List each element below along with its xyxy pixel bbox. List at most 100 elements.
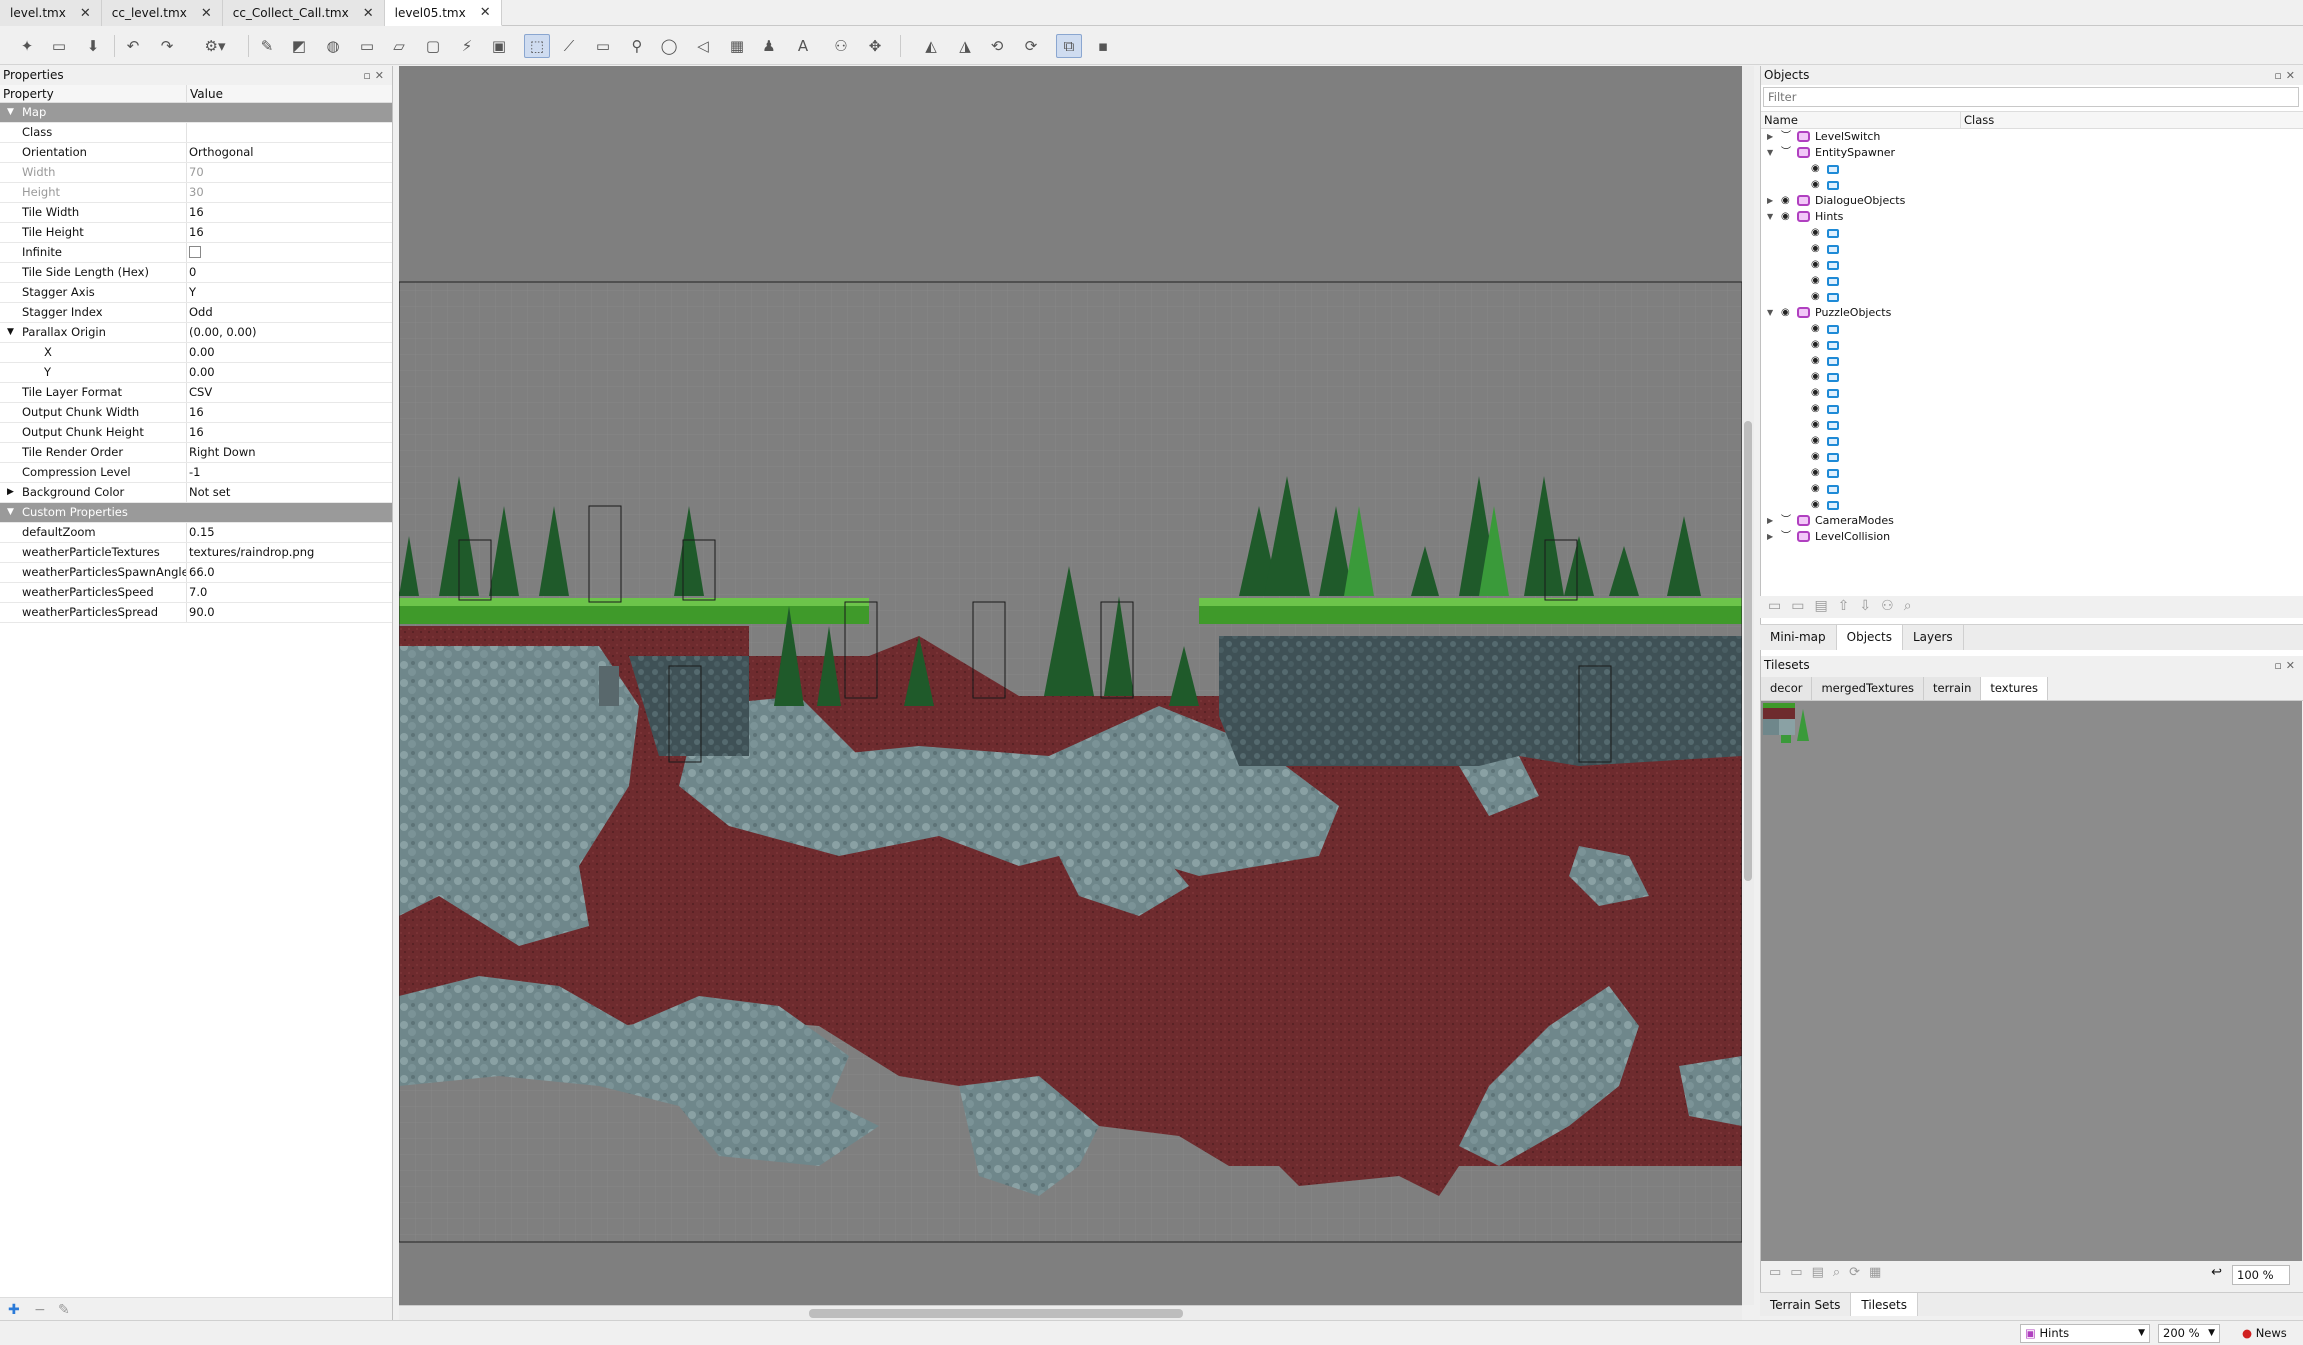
visibility-eye-icon[interactable]: ◉ — [1811, 273, 1820, 289]
tileset-zoom-select[interactable]: 100 % — [2232, 1265, 2290, 1285]
visibility-eye-icon[interactable]: ◉ — [1811, 369, 1820, 385]
collapse-icon[interactable]: ▼ — [1767, 209, 1773, 225]
visibility-eye-icon[interactable]: ◉ — [1811, 433, 1820, 449]
fill-icon[interactable]: ◍ — [320, 34, 346, 58]
stamp-brush-icon[interactable]: ✎ — [254, 34, 280, 58]
property-row[interactable]: Output Chunk Width 16 — [0, 403, 392, 423]
edit-polygons-icon[interactable]: ⟋ — [556, 34, 582, 58]
tileset-view[interactable] — [1761, 701, 2302, 1261]
property-value[interactable]: 90.0 — [189, 605, 215, 619]
property-row[interactable]: Tile Width 16 — [0, 203, 392, 223]
object-row[interactable]: ◉ — [1761, 465, 2303, 481]
visibility-eye-icon[interactable]: ◉ — [1811, 497, 1820, 513]
property-row[interactable]: Infinite — [0, 243, 392, 263]
object-layer-actions-icon[interactable]: ▭▭▤⇧⇩⚇⌕ — [1768, 598, 1922, 614]
visibility-eye-icon[interactable]: ◉ — [1811, 465, 1820, 481]
tab-3[interactable]: level05.tmx ✕ — [384, 0, 502, 26]
object-layer-row[interactable]: ▼ ︶ EntitySpawner — [1761, 145, 2303, 161]
insert-rectangle-icon[interactable]: ▭ — [590, 34, 616, 58]
infinite-checkbox[interactable] — [189, 246, 201, 258]
map-view[interactable] — [399, 66, 1742, 1305]
object-row[interactable]: ◉ — [1761, 241, 2303, 257]
property-row[interactable]: weatherParticlesSpawnAngle 66.0 — [0, 563, 392, 583]
object-row[interactable]: ◉ — [1761, 385, 2303, 401]
value-column-header[interactable]: Value — [187, 85, 223, 102]
object-layer-row[interactable]: ▶ ︶ LevelCollision — [1761, 529, 2303, 545]
close-icon[interactable]: ✕ — [201, 6, 212, 21]
property-group[interactable]: ▼ Map — [0, 103, 392, 123]
property-row[interactable]: Height 30 — [0, 183, 392, 203]
visibility-eye-icon[interactable]: ◉ — [1811, 257, 1820, 273]
object-row[interactable]: ◉ — [1761, 369, 2303, 385]
object-row[interactable]: ◉ — [1761, 177, 2303, 193]
commands-icon[interactable]: ⚙▾ — [196, 34, 234, 58]
property-value[interactable]: 16 — [189, 225, 204, 239]
bottom-tab-0[interactable]: Terrain Sets — [1760, 1293, 1852, 1316]
visibility-eye-icon[interactable]: ◉ — [1811, 481, 1820, 497]
visibility-eye-icon[interactable]: ◉ — [1781, 305, 1790, 321]
map-canvas[interactable] — [399, 66, 1742, 1305]
property-row[interactable]: defaultZoom 0.15 — [0, 523, 392, 543]
visibility-eye-icon[interactable]: ◉ — [1781, 209, 1790, 225]
property-row[interactable]: Output Chunk Height 16 — [0, 423, 392, 443]
property-value[interactable]: Odd — [189, 305, 213, 319]
property-row[interactable]: X 0.00 — [0, 343, 392, 363]
new-map-icon[interactable]: ✦ — [14, 34, 40, 58]
select-same-icon[interactable]: ▣ — [486, 34, 512, 58]
object-row[interactable]: ◉ — [1761, 481, 2303, 497]
property-value[interactable]: 0.00 — [189, 365, 215, 379]
object-row[interactable]: ◉ — [1761, 353, 2303, 369]
object-row[interactable]: ◉ — [1761, 433, 2303, 449]
insert-tile-icon[interactable]: ▦ — [724, 34, 750, 58]
object-row[interactable]: ◉ — [1761, 417, 2303, 433]
eraser-icon[interactable]: ▱ — [386, 34, 412, 58]
expand-icon[interactable]: ▶ — [7, 483, 14, 502]
property-value[interactable]: 70 — [189, 165, 204, 179]
close-icon[interactable]: ✕ — [80, 6, 91, 21]
flip-vertical-icon[interactable]: ◮ — [952, 34, 978, 58]
worlds-tool-icon[interactable]: ⚇ — [828, 34, 854, 58]
property-row[interactable]: Stagger Index Odd — [0, 303, 392, 323]
visibility-hidden-icon[interactable]: ︶ — [1781, 129, 1791, 145]
expand-icon[interactable]: ▶ — [1767, 529, 1773, 545]
visibility-eye-icon[interactable]: ◉ — [1811, 177, 1820, 193]
panel-buttons[interactable]: ▫✕ — [363, 66, 388, 85]
property-value[interactable]: 30 — [189, 185, 204, 199]
property-row[interactable]: Stagger Axis Y — [0, 283, 392, 303]
object-row[interactable]: ◉ — [1761, 449, 2303, 465]
visibility-eye-icon[interactable]: ◉ — [1811, 401, 1820, 417]
expand-icon[interactable]: ▶ — [1767, 513, 1773, 529]
property-value[interactable]: 0 — [189, 265, 196, 279]
tileset-actions-icon[interactable]: ▭▭▤⌕⟳▦ — [1769, 1265, 1890, 1280]
collapse-icon[interactable]: ▼ — [7, 323, 14, 342]
object-row[interactable]: ◉ — [1761, 273, 2303, 289]
collapse-icon[interactable]: ▼ — [7, 503, 14, 522]
terrain-brush-icon[interactable]: ◩ — [286, 34, 312, 58]
tab-0[interactable]: level.tmx ✕ — [0, 0, 102, 26]
panel-buttons[interactable]: ▫✕ — [2274, 66, 2299, 85]
property-row[interactable]: weatherParticleTextures textures/raindrop… — [0, 543, 392, 563]
property-row[interactable]: Tile Side Length (Hex) 0 — [0, 263, 392, 283]
object-layer-row[interactable]: ▼ ◉ Hints — [1761, 209, 2303, 225]
rect-select-icon[interactable]: ▢ — [420, 34, 446, 58]
visibility-eye-icon[interactable]: ◉ — [1811, 417, 1820, 433]
property-row[interactable]: weatherParticlesSpeed 7.0 — [0, 583, 392, 603]
remove-property-icon[interactable]: − — [34, 1302, 46, 1318]
name-column-header[interactable]: Name — [1761, 112, 1961, 128]
visibility-eye-icon[interactable]: ◉ — [1811, 449, 1820, 465]
property-value[interactable]: 0.00 — [189, 345, 215, 359]
object-row[interactable]: ◉ — [1761, 497, 2303, 513]
add-property-icon[interactable]: ✚ — [8, 1302, 20, 1318]
tileset-tab-2[interactable]: terrain — [1924, 677, 1982, 700]
property-row[interactable]: Tile Layer Format CSV — [0, 383, 392, 403]
property-value[interactable]: Not set — [189, 485, 230, 499]
visibility-eye-icon[interactable]: ◉ — [1811, 241, 1820, 257]
visibility-eye-icon[interactable]: ◉ — [1811, 337, 1820, 353]
dynamic-wrapping-icon[interactable]: ↩ — [2211, 1265, 2222, 1280]
objects-filter-input[interactable] — [1763, 87, 2299, 107]
tileset-image[interactable] — [1761, 701, 1821, 761]
property-row[interactable]: ▶ Background Color Not set — [0, 483, 392, 503]
visibility-hidden-icon[interactable]: ︶ — [1781, 529, 1791, 545]
horizontal-scrollbar[interactable] — [399, 1305, 1742, 1320]
property-value[interactable]: Right Down — [189, 445, 256, 459]
